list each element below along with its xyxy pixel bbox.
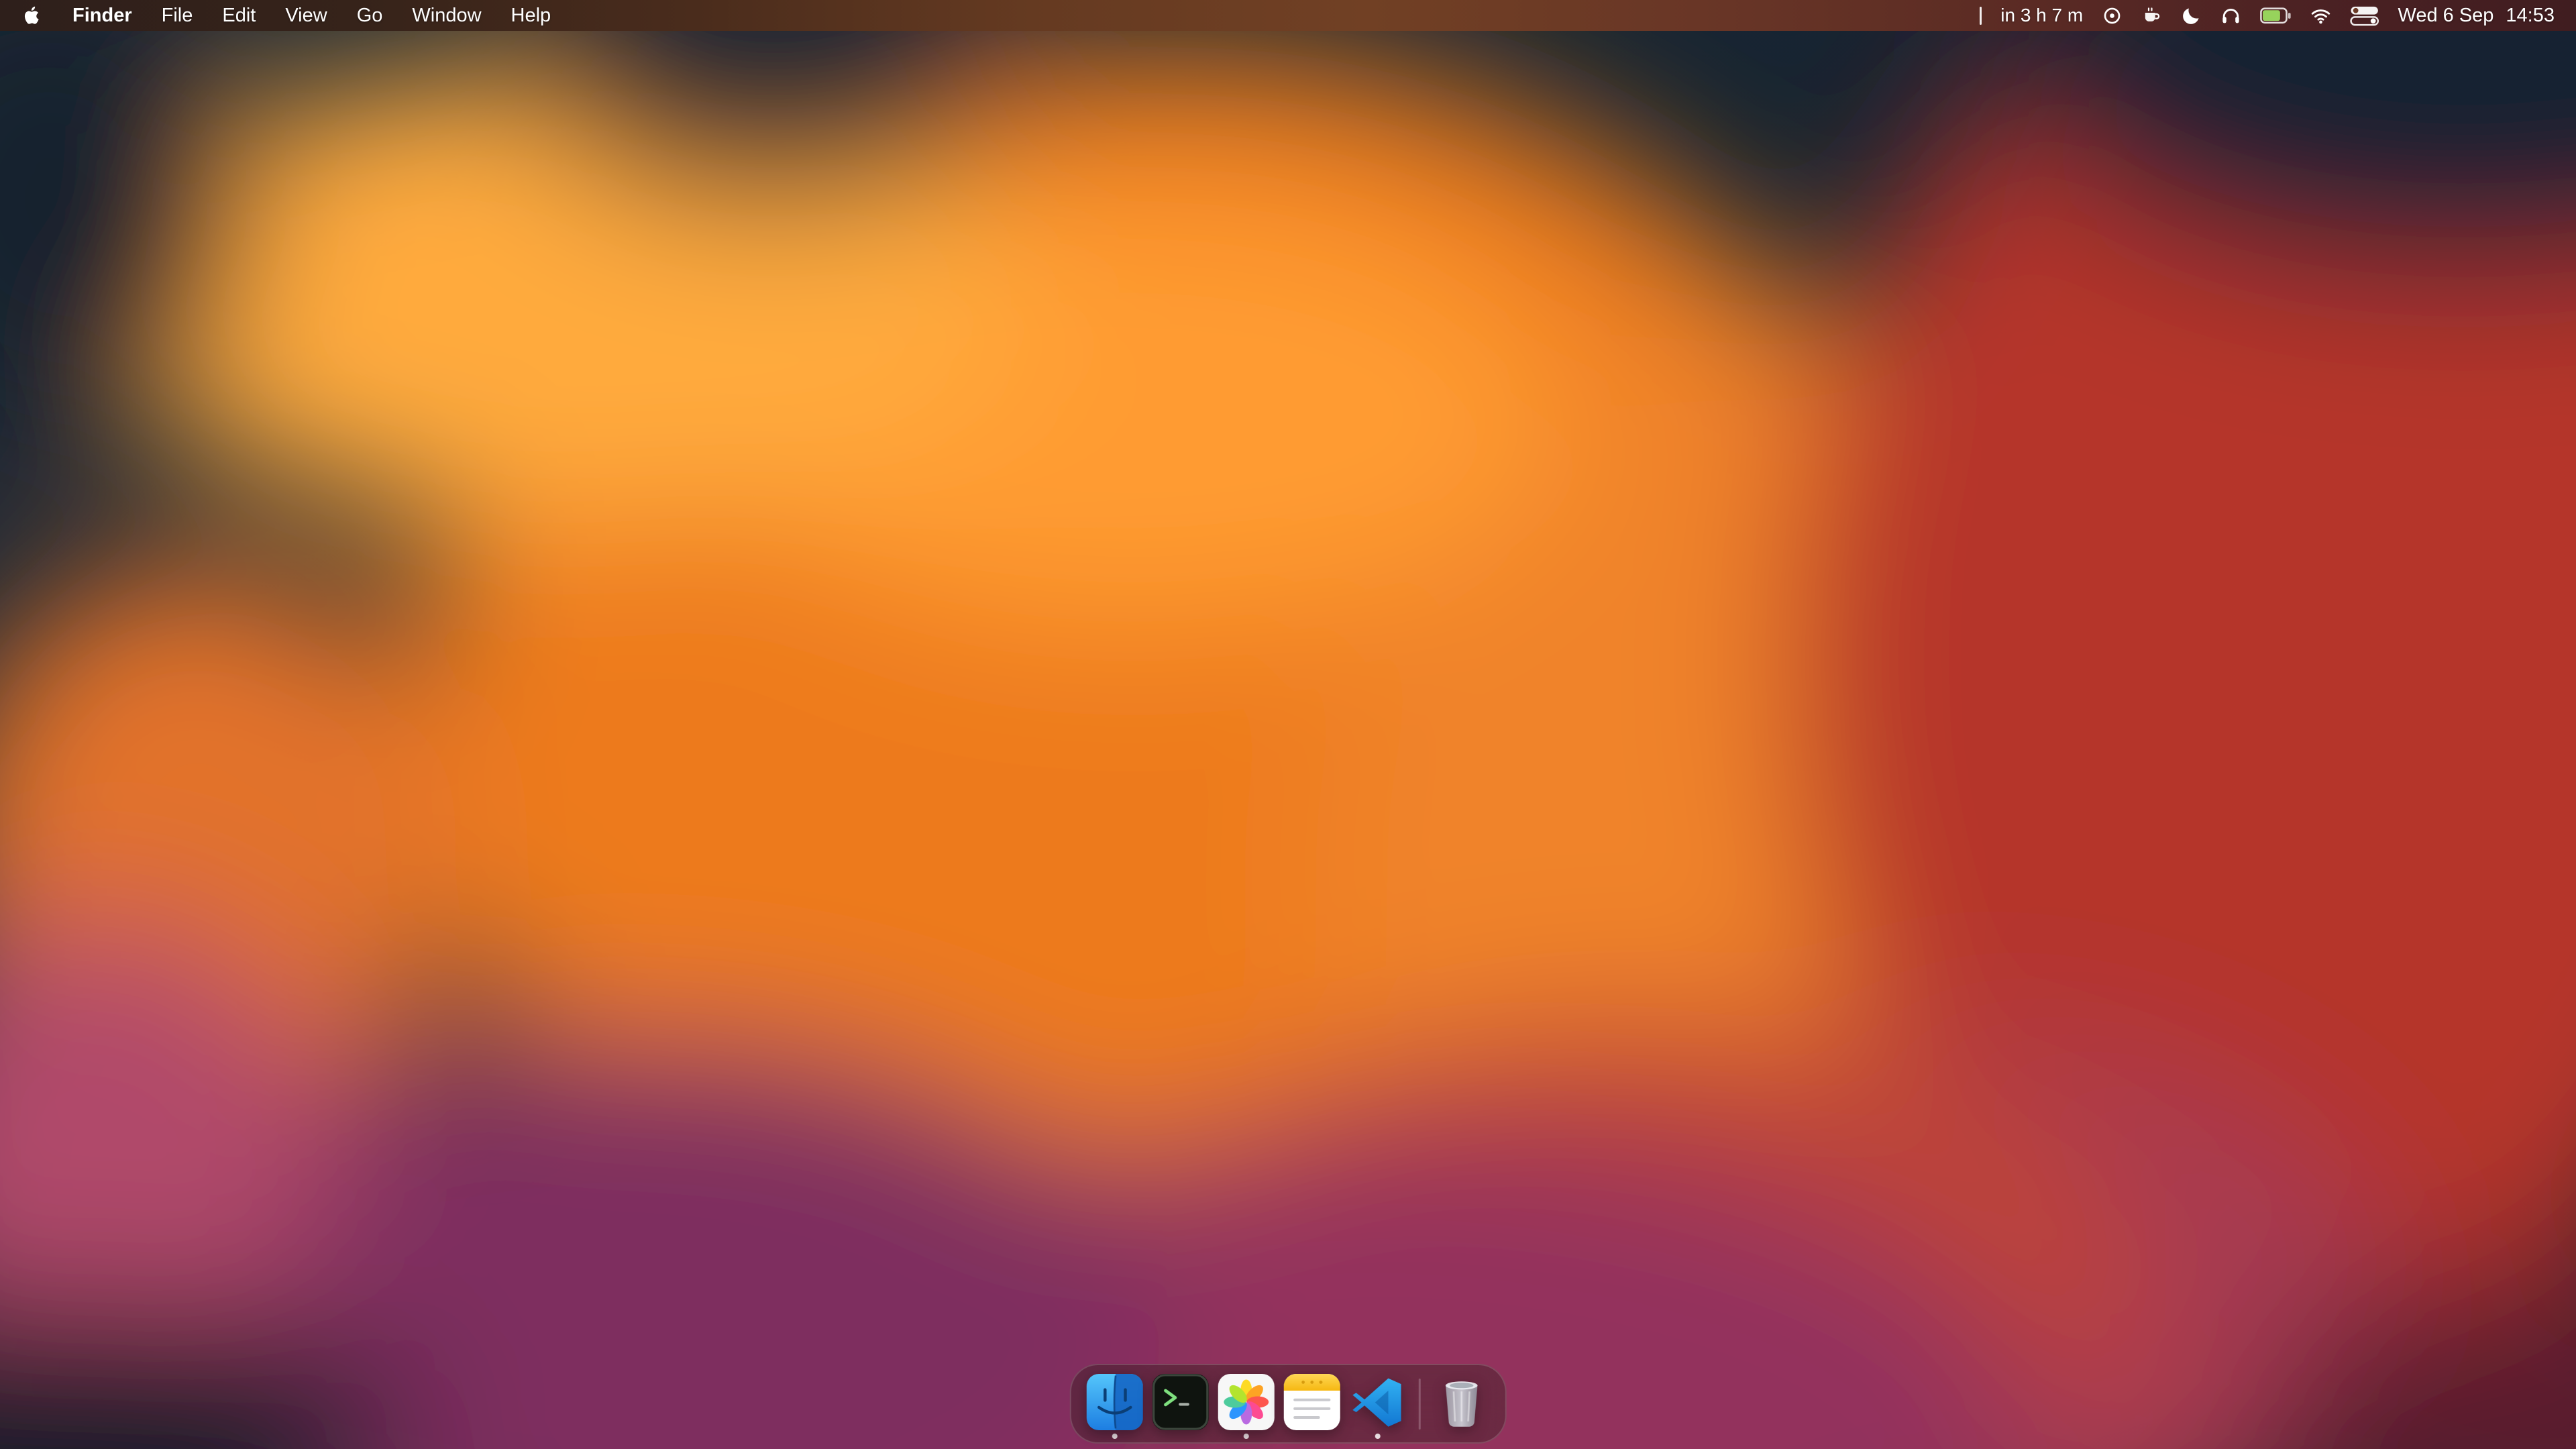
desktop[interactable]: Finder File Edit View Go Window Help in …	[0, 0, 2576, 1449]
timer-ring-icon[interactable]	[2092, 5, 2132, 26]
dock-item-trash[interactable]	[1433, 1374, 1489, 1439]
menu-item-go[interactable]: Go	[342, 5, 398, 27]
timer-status[interactable]: in 3 h 7 m	[1991, 5, 2092, 26]
clock-time: 14:53	[2506, 5, 2555, 27]
running-indicator	[1112, 1434, 1118, 1439]
dock	[1070, 1364, 1507, 1444]
headphones-icon[interactable]	[2211, 5, 2251, 26]
menu-item-help[interactable]: Help	[496, 5, 566, 27]
apple-menu[interactable]	[17, 5, 58, 26]
dock-divider	[1419, 1379, 1421, 1430]
control-center-icon[interactable]	[2341, 5, 2388, 26]
menu-item-window[interactable]: Window	[397, 5, 496, 27]
menu-bar: Finder File Edit View Go Window Help in …	[0, 0, 2576, 31]
vscode-icon	[1350, 1374, 1406, 1430]
status-divider	[1970, 7, 1991, 25]
notes-icon	[1284, 1374, 1340, 1430]
apple-logo-icon	[21, 5, 43, 26]
photos-icon	[1218, 1374, 1275, 1430]
dock-item-photos[interactable]	[1218, 1374, 1275, 1439]
clock-date: Wed 6 Sep	[2398, 5, 2493, 27]
trash-icon	[1433, 1374, 1489, 1430]
battery-icon[interactable]	[2251, 7, 2301, 24]
menu-item-view[interactable]: View	[270, 5, 341, 27]
focus-moon-icon[interactable]	[2171, 5, 2211, 26]
running-indicator	[1244, 1434, 1249, 1439]
finder-icon	[1087, 1374, 1143, 1430]
menu-bar-status-area: in 3 h 7 m	[1970, 5, 2559, 27]
terminal-icon	[1152, 1374, 1209, 1430]
active-app-name[interactable]: Finder	[58, 5, 147, 27]
wifi-icon[interactable]	[2301, 5, 2341, 26]
dock-item-vscode[interactable]	[1350, 1374, 1406, 1439]
wallpaper-image	[0, 0, 2576, 1449]
coffee-cup-icon[interactable]	[2132, 5, 2171, 26]
dock-item-terminal[interactable]	[1152, 1374, 1209, 1439]
menu-item-edit[interactable]: Edit	[207, 5, 270, 27]
menu-bar-clock[interactable]: Wed 6 Sep 14:53	[2388, 5, 2559, 27]
menu-bar-left: Finder File Edit View Go Window Help	[17, 5, 566, 27]
dock-item-finder[interactable]	[1087, 1374, 1143, 1439]
menu-item-file[interactable]: File	[147, 5, 208, 27]
dock-item-notes[interactable]	[1284, 1374, 1340, 1439]
running-indicator	[1375, 1434, 1381, 1439]
